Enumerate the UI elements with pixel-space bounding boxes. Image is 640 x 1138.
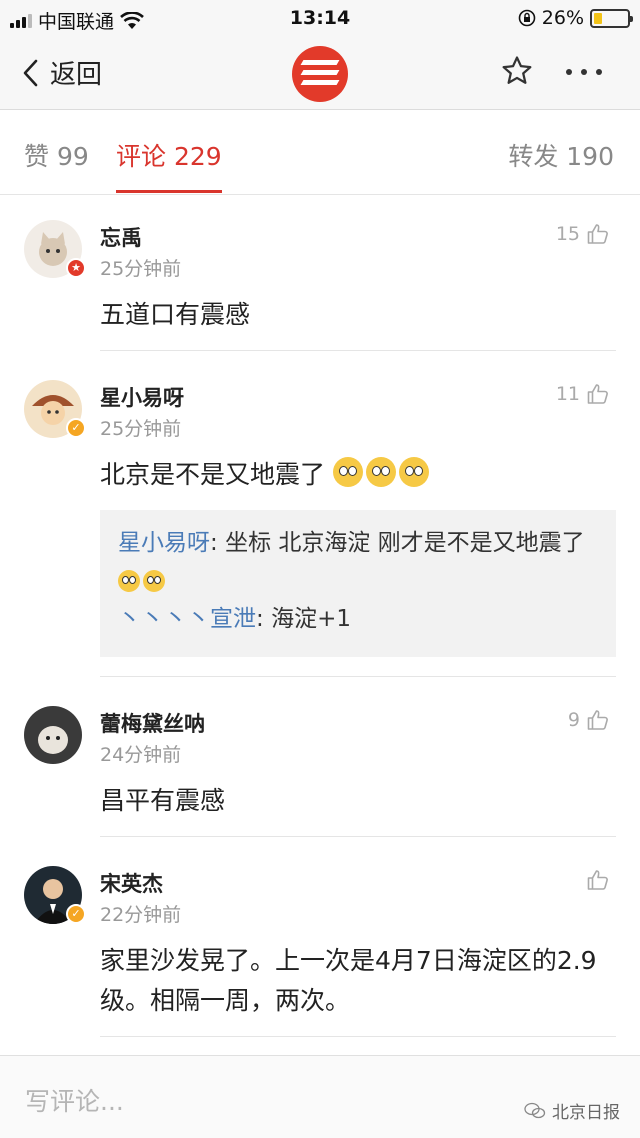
reply-text: 坐标 北京海淀 刚才是不是又地震了 bbox=[225, 530, 585, 556]
battery-percent: 26% bbox=[541, 7, 584, 29]
comment-author[interactable]: 宋英杰 bbox=[100, 868, 163, 898]
back-button[interactable]: 返回 bbox=[22, 54, 102, 91]
avatar[interactable] bbox=[24, 706, 82, 764]
chevron-left-icon bbox=[23, 59, 38, 86]
comment-author[interactable]: 蕾梅黛丝呐 bbox=[100, 708, 205, 738]
thumbs-up-icon bbox=[587, 710, 608, 730]
tab-reposts[interactable]: 转发 190 bbox=[508, 137, 614, 173]
reply-author[interactable]: 星小易呀 bbox=[118, 530, 210, 556]
like-button[interactable]: 15 bbox=[556, 222, 610, 246]
nav-bar: 返回 bbox=[0, 36, 640, 110]
app-logo bbox=[292, 46, 348, 102]
comment-text: 北京是不是又地震了 bbox=[100, 460, 326, 489]
cat-photo-avatar-icon bbox=[38, 726, 68, 754]
write-comment-input[interactable]: 写评论... bbox=[25, 1082, 124, 1118]
reply-item: 星小易呀: 坐标 北京海淀 刚才是不是又地震了 bbox=[118, 524, 598, 600]
reply-author[interactable]: 丶丶丶丶宣泄 bbox=[118, 606, 256, 632]
status-right: 26% bbox=[518, 7, 633, 29]
like-button[interactable]: 9 bbox=[568, 708, 610, 732]
comment-text-row: 北京是不是又地震了 bbox=[100, 455, 610, 495]
rotation-lock-icon bbox=[518, 9, 536, 27]
tab-likes[interactable]: 赞 99 bbox=[24, 137, 89, 173]
tab-comments[interactable]: 评论 229 bbox=[116, 137, 222, 173]
comment-time: 25分钟前 bbox=[100, 418, 182, 440]
divider bbox=[100, 1036, 616, 1037]
comment-text: 昌平有震感 bbox=[100, 786, 226, 815]
reply-item: 丶丶丶丶宣泄: 海淀+1 bbox=[118, 600, 598, 638]
like-count: 9 bbox=[567, 709, 580, 731]
comment-time: 22分钟前 bbox=[100, 904, 182, 926]
like-count: 15 bbox=[555, 223, 580, 245]
reply-separator: : bbox=[210, 530, 226, 556]
watermark-text: 北京日报 bbox=[552, 1103, 620, 1123]
comment-author[interactable]: 星小易呀 bbox=[100, 382, 184, 412]
more-dot bbox=[566, 69, 572, 75]
like-button[interactable] bbox=[580, 868, 610, 892]
star-icon bbox=[502, 56, 532, 84]
tab-bar: 赞 99 评论 229 转发 190 bbox=[0, 110, 640, 195]
thumbs-up-icon bbox=[587, 870, 608, 890]
shocked-emoji-icon bbox=[365, 457, 396, 487]
laughing-crying-emoji-icon bbox=[143, 570, 165, 592]
comment-input-bar: 写评论... 北京日报 bbox=[0, 1055, 640, 1138]
reply-separator: : bbox=[256, 606, 272, 632]
thumbs-up-icon bbox=[587, 384, 608, 404]
comment-text: 家里沙发晃了。上一次是4月7日海淀区的2.9级。相隔一周，两次。 bbox=[100, 946, 597, 1015]
shocked-emoji-icon bbox=[398, 457, 429, 487]
star-badge-icon: ★ bbox=[66, 258, 86, 278]
verified-badge-icon: ✓ bbox=[66, 904, 86, 924]
status-bar: 中国联通 13:14 26% bbox=[0, 0, 640, 36]
watermark: 北京日报 bbox=[524, 1098, 620, 1123]
reply-box[interactable]: 星小易呀: 坐标 北京海淀 刚才是不是又地震了 丶丶丶丶宣泄: 海淀+1 bbox=[100, 510, 616, 657]
thumbs-up-icon bbox=[587, 224, 608, 244]
comment-author[interactable]: 忘禹 bbox=[100, 222, 142, 252]
wechat-icon bbox=[524, 1102, 546, 1118]
more-button[interactable] bbox=[566, 69, 602, 75]
reply-text: 海淀+1 bbox=[271, 606, 351, 632]
like-button[interactable]: 11 bbox=[556, 382, 610, 406]
divider bbox=[100, 676, 616, 677]
like-count: 11 bbox=[555, 383, 580, 405]
active-tab-indicator bbox=[116, 190, 222, 193]
shocked-emoji-icon bbox=[332, 457, 363, 487]
favorite-button[interactable] bbox=[500, 54, 534, 92]
comment-time: 25分钟前 bbox=[100, 258, 182, 280]
more-dot bbox=[581, 69, 587, 75]
verified-badge-icon: ✓ bbox=[66, 418, 86, 438]
laughing-crying-emoji-icon bbox=[118, 570, 140, 592]
divider bbox=[100, 350, 616, 351]
comment-text: 五道口有震感 bbox=[100, 300, 251, 329]
comment-time: 24分钟前 bbox=[100, 744, 182, 766]
divider bbox=[100, 836, 616, 837]
battery-icon bbox=[590, 8, 633, 28]
more-dot bbox=[596, 69, 602, 75]
back-label: 返回 bbox=[50, 60, 103, 90]
